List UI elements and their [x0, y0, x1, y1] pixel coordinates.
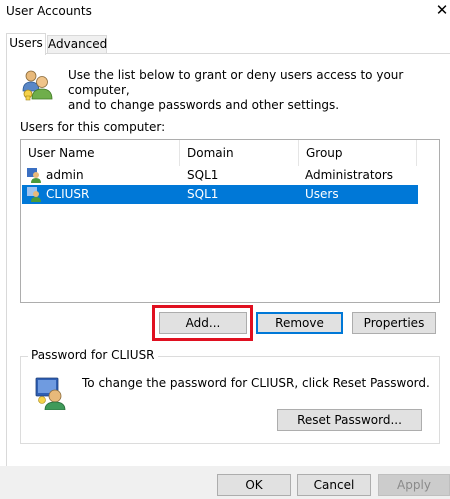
user-name-cell: CLIUSR	[46, 187, 90, 201]
password-user-icon	[35, 377, 66, 410]
users-list-label: Users for this computer:	[20, 120, 166, 134]
apply-button[interactable]: Apply	[378, 474, 450, 496]
user-icon	[27, 187, 41, 202]
intro-line-2: and to change passwords and other settin…	[68, 98, 340, 112]
table-row[interactable]: admin SQL1 Administrators	[22, 166, 418, 185]
domain-cell: SQL1	[187, 168, 219, 182]
column-domain[interactable]: Domain	[180, 140, 299, 166]
tab-strip: Users Advanced	[0, 33, 450, 55]
window-title: User Accounts	[6, 4, 92, 18]
add-button[interactable]: Add...	[159, 312, 247, 334]
reset-password-button[interactable]: Reset Password...	[277, 409, 422, 431]
properties-button[interactable]: Properties	[352, 312, 436, 334]
tab-advanced[interactable]: Advanced	[47, 35, 107, 54]
close-icon[interactable]: ✕	[434, 2, 450, 18]
title-bar: User Accounts ✕	[0, 0, 450, 30]
remove-button[interactable]: Remove	[256, 312, 343, 334]
user-icon	[27, 168, 41, 183]
column-group[interactable]: Group	[299, 140, 417, 166]
ok-button[interactable]: OK	[217, 474, 291, 496]
cancel-button[interactable]: Cancel	[297, 474, 371, 496]
users-list[interactable]: User Name Domain Group admin SQL1 Admini…	[20, 139, 440, 303]
tab-users[interactable]: Users	[6, 33, 46, 55]
password-instruction: To change the password for CLIUSR, click…	[82, 376, 430, 390]
column-user-name[interactable]: User Name	[21, 140, 180, 166]
users-icon	[22, 70, 53, 101]
group-cell: Administrators	[305, 168, 394, 182]
domain-cell: SQL1	[187, 187, 219, 201]
user-name-cell: admin	[46, 168, 84, 182]
intro-text: Use the list below to grant or deny user…	[68, 68, 428, 113]
password-group-label: Password for CLIUSR	[28, 348, 158, 362]
group-cell: Users	[305, 187, 339, 201]
table-row[interactable]: CLIUSR SQL1 Users	[22, 185, 418, 204]
intro-line-1: Use the list below to grant or deny user…	[68, 68, 404, 97]
